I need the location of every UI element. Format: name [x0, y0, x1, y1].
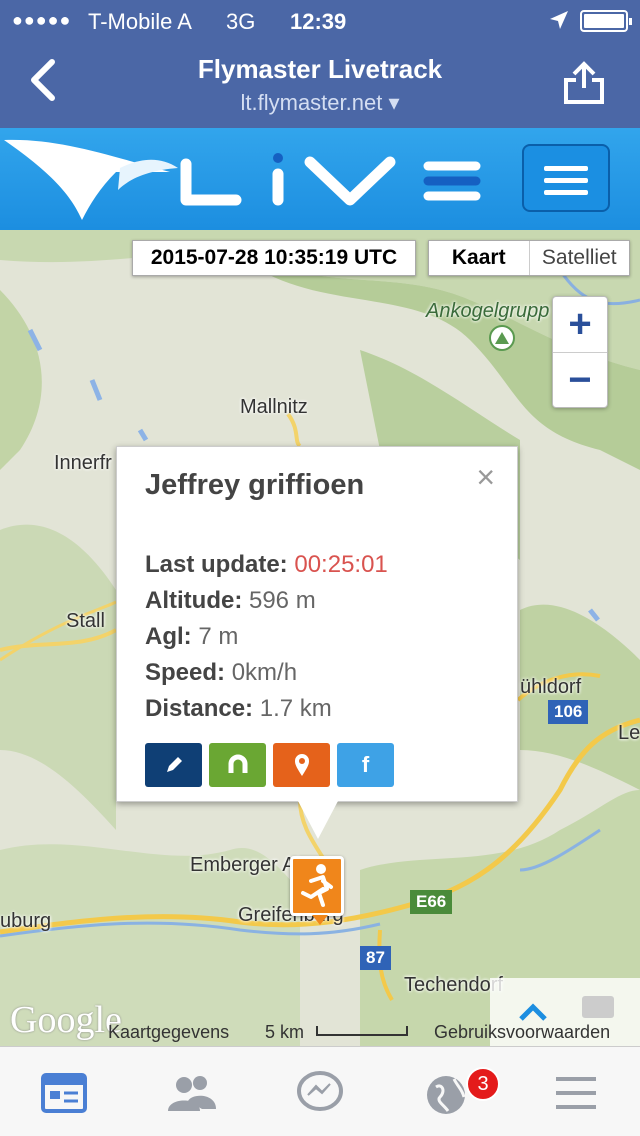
place-label: uburg	[0, 910, 52, 932]
notifications-badge: 3	[466, 1067, 500, 1101]
popup-actions: f	[145, 743, 394, 787]
altitude-row: Altitude: 596 m	[145, 583, 388, 619]
place-label: Techendorf	[404, 974, 503, 996]
agl-value: 7 m	[198, 623, 239, 650]
speed-value: 0km/h	[231, 659, 298, 686]
terms-link[interactable]: Gebruiksvoorwaarden	[434, 1022, 610, 1043]
facebook-share-button[interactable]: f	[337, 743, 394, 787]
altitude-label: Altitude:	[145, 587, 243, 614]
last-update-label: Last update:	[145, 551, 288, 578]
facebook-icon: f	[361, 752, 370, 777]
messenger-icon[interactable]	[296, 1071, 344, 1115]
last-update-value: 00:25:01	[294, 551, 388, 578]
agl-label: Agl:	[145, 623, 192, 650]
popup-pointer	[298, 801, 338, 839]
more-menu-icon[interactable]	[554, 1071, 602, 1115]
place-label: Ankogelgrupp	[426, 300, 550, 322]
place-label: Emberger Al	[190, 854, 301, 876]
last-update-row: Last update: 00:25:01	[145, 547, 388, 583]
notifications-globe-icon[interactable]	[424, 1071, 472, 1115]
distance-row: Distance: 1.7 km	[145, 691, 388, 727]
place-label: Innerfr	[54, 452, 112, 474]
signal-strength: ●●●●●	[12, 10, 72, 30]
pilot-marker[interactable]	[290, 856, 344, 925]
zoom-out-button[interactable]: −	[553, 353, 607, 409]
place-label: Mallnitz	[240, 396, 308, 418]
clock: 12:39	[290, 9, 347, 34]
hamburger-menu-button[interactable]	[522, 144, 610, 212]
share-icon[interactable]	[562, 60, 606, 104]
page-title: Flymaster Livetrack	[197, 54, 443, 84]
road-shield: E66	[410, 890, 453, 914]
pilot-stats: Last update: 00:25:01 Altitude: 596 m Ag…	[145, 547, 388, 727]
scale-label: 5 km	[265, 1022, 305, 1042]
map-data-link[interactable]: Kaartgegevens	[108, 1022, 229, 1043]
altitude-value: 596 m	[248, 587, 316, 614]
status-bar: ●●●●● T-Mobile A 3G 12:39	[0, 0, 640, 40]
pilot-info-popup: × Jeffrey griffioen Last update: 00:25:0…	[116, 446, 518, 802]
scale-bar	[316, 1026, 408, 1036]
map-type-kaart-button[interactable]: Kaart	[429, 241, 530, 275]
flymaster-live-logo	[4, 139, 481, 220]
edit-button[interactable]	[145, 743, 202, 787]
distance-label: Distance:	[145, 695, 254, 722]
live-banner	[0, 128, 640, 230]
agl-row: Agl: 7 m	[145, 619, 388, 655]
network-type: 3G	[226, 9, 256, 34]
magnet-button[interactable]	[209, 743, 266, 787]
timestamp-display: 2015-07-28 10:35:19 UTC	[132, 240, 416, 276]
location-arrow-icon	[548, 9, 570, 37]
close-icon[interactable]: ×	[476, 461, 495, 493]
distance-value: 1.7 km	[259, 695, 332, 722]
road-shield: 87	[360, 946, 391, 970]
map-attribution: Kaartgegevens 5 km Gebruiksvoorwaarden	[0, 1020, 640, 1046]
friends-icon[interactable]	[166, 1071, 216, 1115]
bottom-tab-bar: 3	[0, 1046, 640, 1136]
carrier-name: T-Mobile A	[88, 9, 192, 34]
battery-icon	[580, 10, 632, 32]
zoom-control: + −	[552, 296, 608, 408]
pilot-name: Jeffrey griffioen	[145, 469, 365, 501]
place-label: ühldorf	[520, 676, 582, 698]
news-feed-icon[interactable]	[40, 1071, 88, 1115]
magnet-icon	[228, 754, 247, 773]
speed-row: Speed: 0km/h	[145, 655, 388, 691]
map-type-toggle: Kaart Satelliet	[428, 240, 630, 276]
location-pin-button[interactable]	[273, 743, 330, 787]
chat-icon[interactable]	[582, 996, 614, 1018]
url-dropdown[interactable]: lt.flymaster.net ▾	[0, 90, 640, 116]
road-shield: 106	[548, 700, 589, 724]
speed-label: Speed:	[145, 659, 226, 686]
place-label: Stall	[66, 610, 105, 632]
pencil-icon	[166, 757, 182, 772]
map-view[interactable]: Ankogelgrupp Mallnitz Innerfr Stall ühld…	[0, 230, 640, 1046]
runner-icon	[301, 864, 333, 907]
place-label: Le	[618, 722, 640, 744]
navigation-bar: Flymaster Livetrack lt.flymaster.net ▾	[0, 40, 640, 128]
zoom-in-button[interactable]: +	[553, 297, 607, 353]
map-pin-icon	[294, 754, 309, 776]
map-type-satelliet-button[interactable]: Satelliet	[530, 241, 630, 275]
